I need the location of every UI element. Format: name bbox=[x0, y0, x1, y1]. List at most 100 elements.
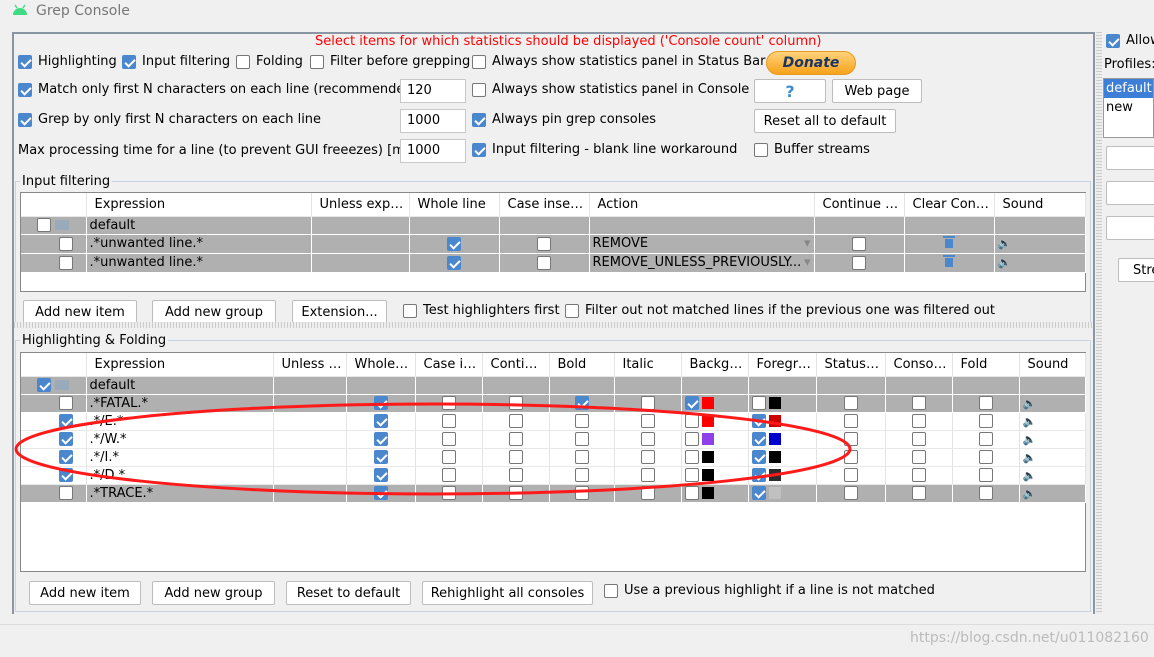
profile-item-new[interactable]: new bbox=[1104, 98, 1153, 117]
hl-column-header[interactable]: StatusB... bbox=[816, 353, 886, 377]
speaker-icon[interactable]: 🔈 bbox=[1023, 451, 1037, 464]
match-first-n-input[interactable]: 120 bbox=[400, 79, 466, 103]
streams-button[interactable]: Stre bbox=[1118, 258, 1154, 282]
hl-column-header[interactable] bbox=[21, 353, 87, 377]
continue-checkbox[interactable] bbox=[508, 450, 523, 464]
fold-checkbox[interactable] bbox=[978, 432, 993, 446]
table-row[interactable]: .*/I.* 🔈 bbox=[21, 448, 1086, 467]
background-checkbox[interactable] bbox=[684, 414, 699, 428]
continue-checkbox[interactable] bbox=[508, 486, 523, 500]
hl-column-header[interactable]: Expression bbox=[86, 353, 274, 377]
rehighlight-button[interactable]: Rehighlight all consoles bbox=[422, 581, 593, 605]
if-column-header[interactable]: Whole line bbox=[409, 193, 500, 217]
checkbox-box[interactable] bbox=[472, 112, 486, 127]
foreground-checkbox[interactable] bbox=[751, 450, 766, 464]
fold-checkbox[interactable] bbox=[978, 450, 993, 464]
max-time-input[interactable]: 1000 bbox=[400, 139, 466, 163]
statusbar-checkbox[interactable] bbox=[843, 432, 858, 446]
console-count-checkbox[interactable] bbox=[911, 414, 926, 428]
italic-checkbox[interactable] bbox=[640, 432, 655, 446]
foreground-checkbox[interactable] bbox=[751, 432, 766, 446]
case-checkbox[interactable] bbox=[537, 236, 551, 251]
case-checkbox[interactable] bbox=[441, 432, 456, 446]
fold-checkbox[interactable] bbox=[978, 396, 993, 410]
whole-line-checkbox[interactable] bbox=[373, 432, 388, 446]
table-row[interactable]: .*/W.* 🔈 bbox=[21, 430, 1086, 449]
hl-column-header[interactable]: Console... bbox=[885, 353, 953, 377]
foreground-color-swatch[interactable] bbox=[768, 415, 781, 427]
statusbar-checkbox[interactable] bbox=[843, 450, 858, 464]
whole-line-checkbox[interactable] bbox=[373, 450, 388, 464]
buffer-streams-checkbox[interactable]: Buffer streams bbox=[754, 142, 870, 157]
vertical-splitter[interactable] bbox=[1096, 32, 1102, 614]
enabled-checkbox[interactable] bbox=[59, 450, 73, 464]
reset-default-button[interactable]: Reset to default bbox=[286, 581, 411, 605]
web-page-button[interactable]: Web page bbox=[832, 79, 922, 103]
continue-checkbox[interactable] bbox=[852, 255, 866, 270]
background-color-swatch[interactable] bbox=[701, 469, 714, 481]
enabled-checkbox[interactable] bbox=[59, 396, 73, 410]
donate-button[interactable]: Donate bbox=[766, 51, 856, 75]
speaker-icon[interactable]: 🔈 bbox=[1023, 415, 1037, 428]
action-select[interactable]: REMOVE ▾ bbox=[589, 234, 815, 254]
help-button[interactable]: ? bbox=[754, 79, 826, 103]
trash-icon[interactable] bbox=[943, 254, 955, 268]
checkbox-box[interactable] bbox=[754, 142, 768, 157]
stats-console-checkbox[interactable]: Always show statistics panel in Console bbox=[472, 82, 749, 97]
splitter-handle[interactable] bbox=[14, 322, 1092, 328]
continue-checkbox[interactable] bbox=[508, 414, 523, 428]
speaker-icon[interactable]: 🔈 bbox=[1023, 469, 1037, 482]
checkbox-box[interactable] bbox=[310, 54, 324, 69]
statusbar-checkbox[interactable] bbox=[843, 396, 858, 410]
reset-all-button[interactable]: Reset all to default bbox=[754, 109, 896, 133]
profile-button-1[interactable] bbox=[1106, 146, 1154, 170]
checkbox-box[interactable] bbox=[18, 82, 32, 97]
italic-checkbox[interactable] bbox=[640, 414, 655, 428]
foreground-color-swatch[interactable] bbox=[768, 451, 781, 463]
hl-column-header[interactable]: Unless ex... bbox=[273, 353, 347, 377]
filter-out-checkbox[interactable]: Filter out not matched lines if the prev… bbox=[565, 303, 995, 318]
console-count-checkbox[interactable] bbox=[911, 450, 926, 464]
profiles-list[interactable]: default new bbox=[1103, 78, 1154, 138]
whole-line-checkbox[interactable] bbox=[373, 396, 388, 410]
whole-line-checkbox[interactable] bbox=[447, 255, 461, 270]
continue-checkbox[interactable] bbox=[508, 468, 523, 482]
hl-column-header[interactable]: Whole li... bbox=[346, 353, 416, 377]
if-add-item-button[interactable]: Add new item bbox=[23, 300, 137, 324]
checkbox-box[interactable] bbox=[18, 112, 32, 127]
case-checkbox[interactable] bbox=[537, 255, 551, 270]
folding-checkbox[interactable]: Folding bbox=[236, 54, 303, 69]
italic-checkbox[interactable] bbox=[640, 396, 655, 410]
enabled-checkbox[interactable] bbox=[59, 255, 73, 270]
statusbar-checkbox[interactable] bbox=[843, 468, 858, 482]
italic-checkbox[interactable] bbox=[640, 468, 655, 482]
table-row[interactable]: .*TRACE.* 🔈 bbox=[21, 484, 1086, 503]
statusbar-checkbox[interactable] bbox=[843, 414, 858, 428]
console-count-checkbox[interactable] bbox=[911, 432, 926, 446]
continue-checkbox[interactable] bbox=[852, 236, 866, 251]
case-checkbox[interactable] bbox=[441, 414, 456, 428]
match-first-n-checkbox[interactable]: Match only first N characters on each li… bbox=[18, 82, 418, 97]
extension-button[interactable]: Extension... bbox=[292, 300, 387, 324]
if-column-header[interactable]: Clear Cons... bbox=[904, 193, 995, 217]
background-checkbox[interactable] bbox=[684, 468, 699, 482]
if-column-header[interactable]: Continue m... bbox=[814, 193, 905, 217]
speaker-icon[interactable]: 🔈 bbox=[998, 237, 1012, 250]
foreground-color-swatch[interactable] bbox=[768, 469, 781, 481]
hl-column-header[interactable]: Foregro... bbox=[748, 353, 817, 377]
foreground-checkbox[interactable] bbox=[751, 396, 766, 410]
if-column-header[interactable] bbox=[21, 193, 87, 217]
enabled-checkbox[interactable] bbox=[59, 486, 73, 500]
if-column-header[interactable]: Unless expre... bbox=[311, 193, 410, 217]
profile-item-default[interactable]: default bbox=[1104, 79, 1153, 98]
continue-checkbox[interactable] bbox=[508, 432, 523, 446]
action-select[interactable]: REMOVE_UNLESS_PREVIOUSLY... ▾ bbox=[589, 253, 815, 273]
collapse-icon[interactable] bbox=[37, 378, 52, 392]
expression-cell[interactable]: .*/E.* bbox=[86, 412, 274, 431]
case-checkbox[interactable] bbox=[441, 450, 456, 464]
expression-cell[interactable]: .*TRACE.* bbox=[86, 484, 274, 503]
foreground-color-swatch[interactable] bbox=[768, 487, 781, 499]
enabled-checkbox[interactable] bbox=[59, 236, 73, 251]
checkbox-box[interactable] bbox=[122, 54, 136, 69]
hl-column-header[interactable]: Italic bbox=[614, 353, 682, 377]
